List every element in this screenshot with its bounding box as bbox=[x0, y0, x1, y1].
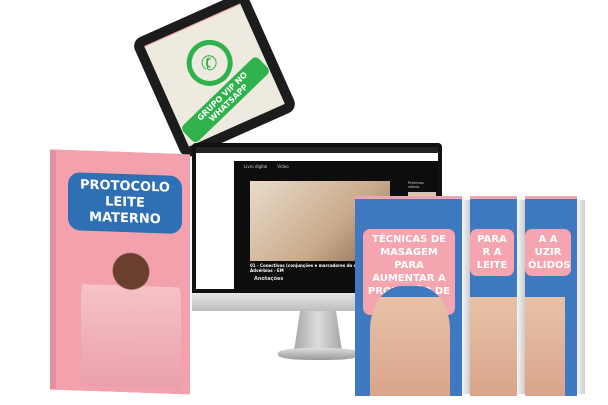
cover-photo bbox=[81, 240, 181, 390]
book-title: A A UZIR ÓLIDOS bbox=[525, 229, 571, 276]
tab-digital-book[interactable]: Livro digital bbox=[244, 164, 267, 169]
book-title: PARA R A LEITE bbox=[470, 229, 514, 276]
course-sidebar bbox=[196, 161, 234, 289]
monitor-base bbox=[278, 348, 360, 360]
cover-photo bbox=[470, 286, 517, 396]
monitor-stand bbox=[294, 311, 342, 351]
up-next-title: Próximos vídeos bbox=[408, 181, 424, 189]
book-protocolo-leite-materno: PROTOCOLO LEITE MATERNO bbox=[56, 149, 190, 395]
book-cover-3: A A UZIR ÓLIDOS bbox=[525, 196, 577, 396]
notes-heading: Anotações bbox=[254, 276, 284, 282]
browser-bar bbox=[196, 147, 438, 153]
tab-video[interactable]: Vídeo bbox=[277, 164, 288, 169]
book-cover-2: PARA R A LEITE bbox=[470, 196, 517, 396]
book-title: PROTOCOLO LEITE MATERNO bbox=[68, 172, 182, 235]
book-tecnicas-de-masagem: TÉCNICAS DE MASAGEM PARA AUMENTAR A PROD… bbox=[355, 196, 462, 396]
cover-photo bbox=[525, 286, 565, 396]
tablet-screen: ✆ GRUPO VIP NO WHATSAPP bbox=[144, 3, 285, 147]
tablet-mockup: ✆ GRUPO VIP NO WHATSAPP bbox=[130, 0, 299, 160]
cover-photo bbox=[370, 286, 450, 396]
